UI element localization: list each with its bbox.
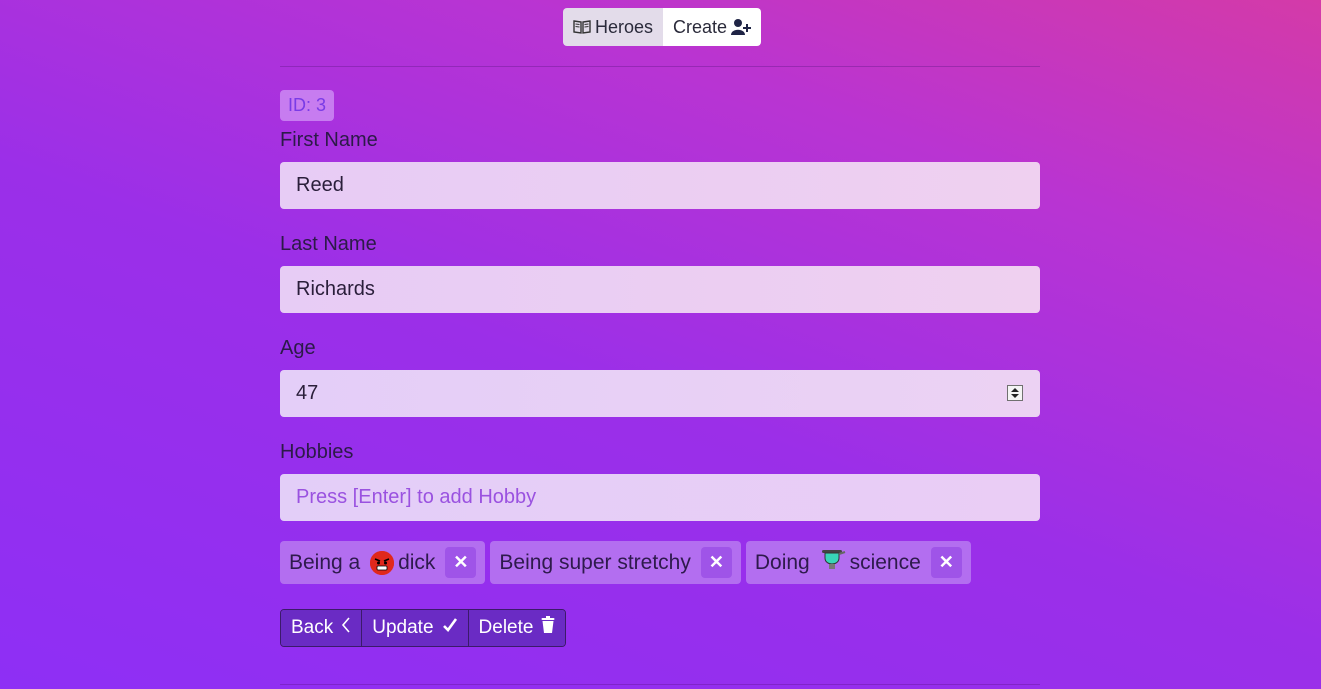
back-label: Back [291, 617, 334, 638]
back-button[interactable]: Back [281, 610, 363, 646]
first-name-label: First Name [280, 129, 378, 151]
id-badge: ID: 3 [280, 90, 335, 121]
trash-icon [541, 616, 555, 640]
top-nav: Heroes Create [563, 8, 762, 46]
hobby-tag-suffix: dick [398, 550, 436, 574]
first-name-value: Reed [296, 174, 344, 196]
heroes-nav-label: Heroes [595, 16, 654, 37]
hobby-input[interactable]: Press [Enter] to add Hobby [280, 474, 1040, 521]
create-nav-label: Create [673, 16, 728, 37]
hobbies-label: Hobbies [280, 441, 354, 463]
create-nav-button[interactable]: Create [663, 8, 762, 46]
age-value: 47 [296, 382, 319, 404]
age-spinner[interactable] [1007, 385, 1023, 401]
hobby-tag: Being a dick ✕ [280, 541, 486, 584]
hobby-tags: Being a dick ✕ Being super stretchy ✕ Do… [280, 541, 1040, 584]
remove-hobby-button[interactable]: ✕ [930, 547, 962, 578]
update-button[interactable]: Update [362, 610, 469, 646]
hero-edit-form: ID: 3 First Name Reed Last Name Richards… [280, 90, 1040, 647]
last-name-field[interactable]: Richards [280, 266, 1040, 313]
update-label: Update [372, 617, 434, 638]
age-label: Age [280, 337, 316, 359]
hobby-tag: Doing science ✕ [745, 541, 971, 584]
top-divider [280, 66, 1040, 67]
heroes-nav-button[interactable]: Heroes [563, 8, 664, 46]
add-user-icon [731, 18, 752, 36]
check-icon [442, 617, 458, 639]
hobby-tag: Being super stretchy ✕ [490, 541, 741, 584]
remove-hobby-button[interactable]: ✕ [445, 547, 477, 578]
last-name-value: Richards [296, 278, 375, 300]
book-icon [573, 19, 591, 35]
chevron-left-icon [341, 617, 351, 639]
age-field[interactable]: 47 [280, 370, 1040, 417]
remove-hobby-button[interactable]: ✕ [700, 547, 732, 578]
delete-button[interactable]: Delete [468, 610, 566, 646]
flask-icon [820, 548, 846, 578]
hobby-tag-prefix: Doing [754, 550, 816, 574]
angry-face-icon [370, 550, 395, 575]
bottom-divider [280, 684, 1040, 685]
hobby-tag-prefix: Being super stretchy [499, 550, 691, 574]
action-button-group: Back Update Delete [280, 609, 567, 647]
delete-label: Delete [478, 617, 534, 638]
hobby-placeholder: Press [Enter] to add Hobby [296, 486, 537, 508]
hobby-tag-prefix: Being a [289, 550, 367, 574]
hobby-tag-suffix: science [849, 550, 921, 574]
last-name-label: Last Name [280, 233, 377, 255]
first-name-field[interactable]: Reed [280, 162, 1040, 209]
